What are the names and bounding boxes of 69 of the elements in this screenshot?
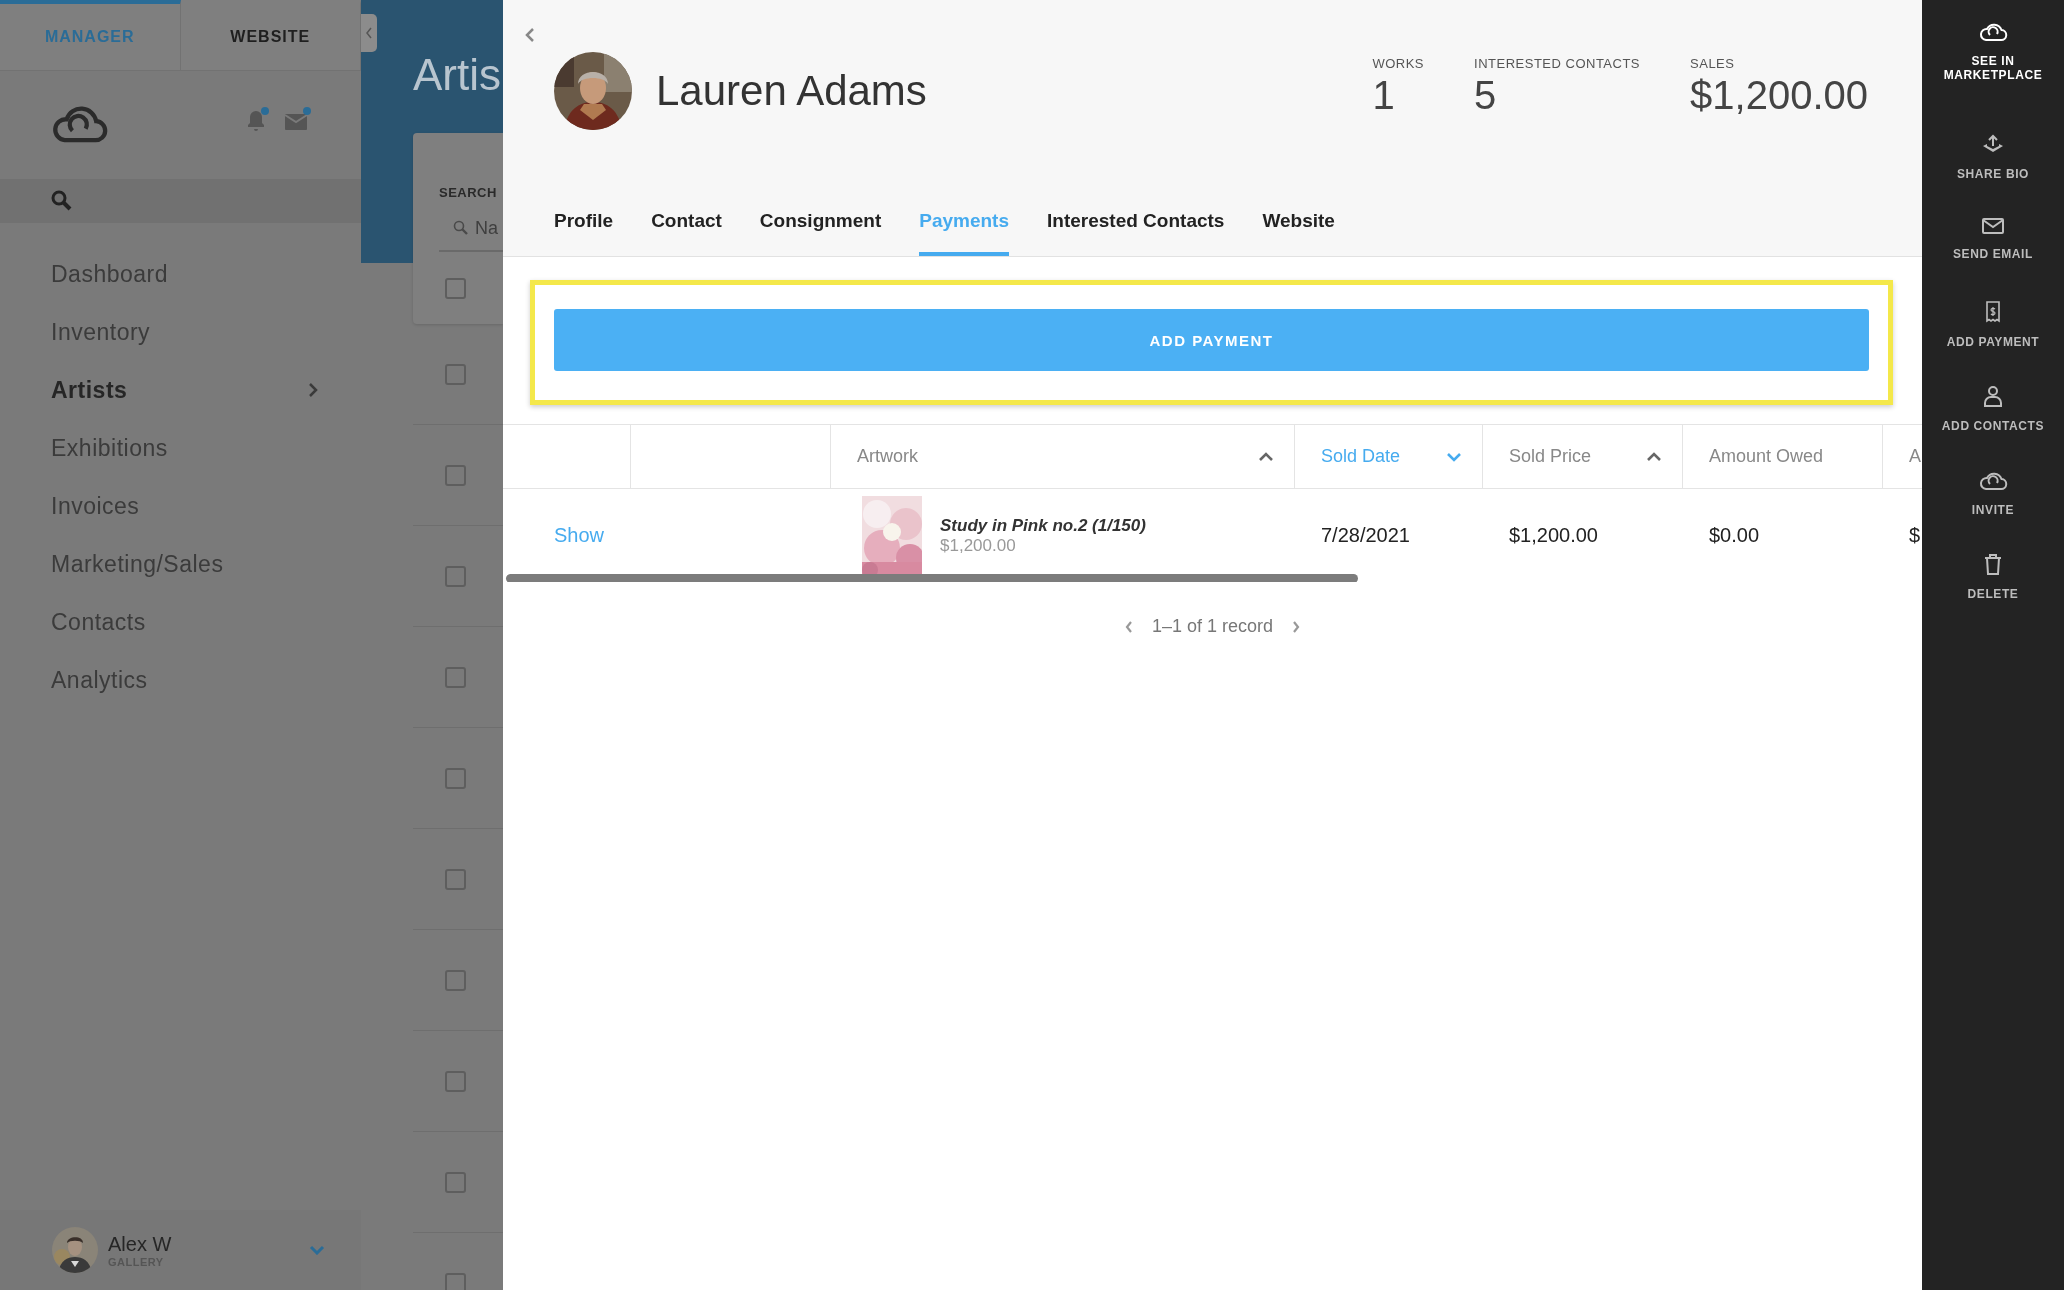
search-icon xyxy=(453,220,469,236)
add-payment-button[interactable]: ADD PAYMENT xyxy=(554,309,1869,371)
trash-icon xyxy=(1984,553,2002,575)
table-cell: 7/28/2021 xyxy=(1321,524,1410,547)
tab[interactable]: Contact xyxy=(651,210,722,256)
nav-item[interactable]: Inventory xyxy=(0,303,361,361)
artwork-title: Study in Pink no.2 (1/150) xyxy=(940,515,1146,536)
checkbox[interactable] xyxy=(445,1070,466,1092)
search-label: SEARCH xyxy=(439,185,498,200)
table-cell: $ xyxy=(1909,524,1921,547)
column-header[interactable]: Sold Date xyxy=(1295,425,1483,488)
action-button[interactable]: SHARE BIO xyxy=(1922,133,2064,217)
nav-item[interactable]: Contacts xyxy=(0,593,361,651)
checkbox[interactable] xyxy=(445,666,466,688)
tab[interactable]: Website xyxy=(1262,210,1335,256)
action-button[interactable]: DELETE xyxy=(1922,553,2064,637)
nav-item[interactable]: Dashboard xyxy=(0,245,361,303)
stat-value: 5 xyxy=(1474,73,1498,118)
show-link[interactable]: Show xyxy=(554,524,605,547)
checkbox[interactable] xyxy=(445,1272,466,1290)
action-button[interactable]: SEE IN MARKETPLACE xyxy=(1922,20,2064,133)
receipt-icon xyxy=(1985,301,2001,323)
upload-tray-icon xyxy=(1981,133,2005,155)
collapse-handle[interactable] xyxy=(361,14,377,52)
chevron-left-icon xyxy=(365,26,373,40)
cloud-logo-icon xyxy=(51,106,109,144)
nav-item[interactable]: Analytics xyxy=(0,651,361,709)
stat-label: SALES xyxy=(1690,56,1736,71)
search-icon xyxy=(50,189,74,213)
search-bar[interactable] xyxy=(0,179,361,223)
checkbox[interactable] xyxy=(445,969,466,991)
column-header[interactable]: Artwork xyxy=(831,425,1295,488)
checkbox[interactable] xyxy=(445,464,466,486)
tab[interactable]: Consignment xyxy=(759,210,882,256)
nav-item[interactable]: Invoices xyxy=(0,477,361,535)
nav-item[interactable]: Artists xyxy=(0,361,361,419)
back-chevron-icon[interactable] xyxy=(525,27,535,43)
tab[interactable]: Interested Contacts xyxy=(1047,210,1225,256)
artist-name: Lauren Adams xyxy=(656,67,928,115)
action-button[interactable]: ADD PAYMENT xyxy=(1922,301,2064,385)
artwork-price: $1,200.00 xyxy=(940,535,1017,556)
page-title: Artis xyxy=(413,50,501,99)
envelope-icon xyxy=(1981,217,2005,235)
pagination-text: 1–1 of 1 record xyxy=(1151,616,1274,637)
column-header[interactable]: Amount Owed xyxy=(1683,425,1883,488)
nav-item[interactable]: Marketing/Sales xyxy=(0,535,361,593)
tab[interactable]: Payments xyxy=(919,210,1010,256)
nav-item[interactable]: Exhibitions xyxy=(0,419,361,477)
stat-label: WORKS xyxy=(1372,56,1425,71)
user-name: Alex W xyxy=(108,1232,173,1256)
table-cell: $0.00 xyxy=(1709,524,1760,547)
tab[interactable]: Profile xyxy=(554,210,614,256)
checkbox[interactable] xyxy=(445,565,466,587)
checkbox[interactable] xyxy=(445,277,466,299)
action-button[interactable]: ADD CONTACTS xyxy=(1922,385,2064,469)
person-icon xyxy=(1983,385,2003,407)
action-button[interactable]: INVITE xyxy=(1922,469,2064,553)
stat-value: 1 xyxy=(1372,73,1396,118)
column-header[interactable]: Sold Price xyxy=(1483,425,1683,488)
stat-label: INTERESTED CONTACTS xyxy=(1474,56,1641,71)
action-button[interactable]: SEND EMAIL xyxy=(1922,217,2064,301)
checkbox[interactable] xyxy=(445,1171,466,1193)
stat-value: $1,200.00 xyxy=(1690,73,1868,118)
checkbox[interactable] xyxy=(445,767,466,789)
checkbox[interactable] xyxy=(445,363,466,385)
checkbox[interactable] xyxy=(445,868,466,890)
table-cell: $1,200.00 xyxy=(1509,524,1598,547)
chevron-down-icon xyxy=(309,1245,325,1255)
horizontal-scrollbar[interactable] xyxy=(506,574,1358,582)
